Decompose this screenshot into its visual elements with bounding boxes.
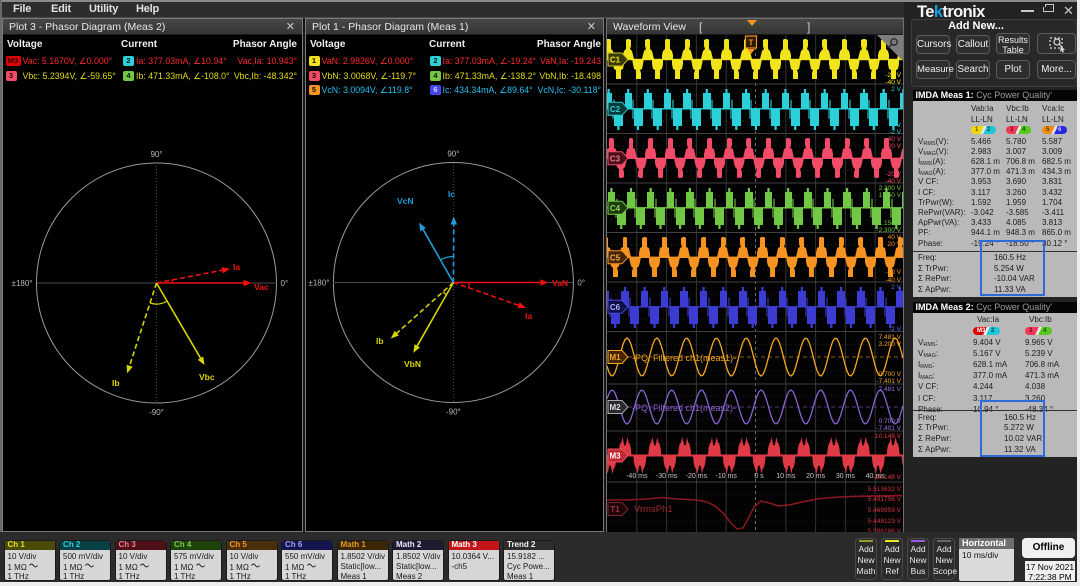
svg-text:1.150 V: 1.150 V bbox=[879, 192, 902, 199]
svg-text:10 ms: 10 ms bbox=[776, 473, 796, 480]
svg-text:-7.401 V: -7.401 V bbox=[876, 425, 901, 432]
svg-text:VbN: VbN bbox=[404, 359, 421, 369]
svg-text:Vac: Vac bbox=[254, 282, 269, 292]
svg-text:-30 ms: -30 ms bbox=[656, 473, 678, 480]
svg-text:±180°: ±180° bbox=[12, 279, 33, 288]
svg-text:-40 V: -40 V bbox=[885, 277, 901, 284]
svg-text:T1: T1 bbox=[610, 505, 620, 514]
svg-text:-2.300 V: -2.300 V bbox=[876, 227, 901, 234]
svg-text:C4: C4 bbox=[610, 204, 621, 213]
svg-text:5.491796 V: 5.491796 V bbox=[868, 496, 902, 503]
svg-text:Ia: Ia bbox=[233, 262, 240, 272]
svg-text:Vbc: Vbc bbox=[199, 372, 215, 382]
svg-text:M2: M2 bbox=[609, 403, 621, 412]
svg-text:20 V: 20 V bbox=[888, 143, 902, 150]
svg-text:-90°: -90° bbox=[446, 408, 461, 417]
svg-text:C3: C3 bbox=[610, 154, 621, 163]
svg-text:0°: 0° bbox=[281, 279, 289, 288]
svg-text:-40 ms: -40 ms bbox=[626, 473, 648, 480]
svg-text:90°: 90° bbox=[447, 150, 459, 159]
svg-text:-10 ms: -10 ms bbox=[715, 473, 737, 480]
svg-text:-20 ms: -20 ms bbox=[686, 473, 708, 480]
svg-text:30 ms: 30 ms bbox=[836, 473, 856, 480]
svg-text:-2 V: -2 V bbox=[889, 129, 902, 136]
svg-text:0.700 V: 0.700 V bbox=[879, 371, 902, 378]
svg-text:40 V: 40 V bbox=[888, 136, 902, 143]
svg-text:C6: C6 bbox=[610, 303, 621, 312]
svg-text:M1: M1 bbox=[609, 353, 621, 362]
svg-text:VrmsPh1: VrmsPh1 bbox=[634, 504, 673, 515]
svg-text:7.481 V: 7.481 V bbox=[879, 334, 902, 341]
svg-text:10.148 V: 10.148 V bbox=[875, 433, 902, 440]
svg-text:Ic: Ic bbox=[448, 189, 455, 199]
svg-text:VaN: VaN bbox=[552, 278, 568, 288]
svg-text:7.481 V: 7.481 V bbox=[879, 386, 902, 393]
svg-text:M3: M3 bbox=[609, 452, 621, 461]
svg-text:Ib: Ib bbox=[112, 378, 120, 388]
svg-text:-10.148 V: -10.148 V bbox=[873, 474, 902, 481]
svg-text:0.700 V: 0.700 V bbox=[879, 418, 902, 425]
svg-text:5.448123 V: 5.448123 V bbox=[868, 518, 902, 525]
svg-text:-20 V: -20 V bbox=[885, 269, 901, 276]
svg-text:-40 V: -40 V bbox=[885, 79, 901, 86]
svg-text:5.513632 V: 5.513632 V bbox=[868, 486, 902, 493]
svg-text:T: T bbox=[749, 39, 754, 48]
svg-text:-1.150 V: -1.150 V bbox=[876, 220, 901, 227]
svg-text:-20 V: -20 V bbox=[885, 171, 901, 178]
svg-text:C5: C5 bbox=[610, 253, 621, 262]
svg-text:C1: C1 bbox=[610, 56, 621, 65]
svg-text:-1 V: -1 V bbox=[889, 122, 902, 129]
svg-text:20 V: 20 V bbox=[888, 241, 902, 248]
svg-text:20 ms: 20 ms bbox=[806, 473, 826, 480]
svg-text:0°: 0° bbox=[577, 279, 585, 288]
svg-text:0 s: 0 s bbox=[754, 473, 764, 480]
svg-text:40 V: 40 V bbox=[888, 234, 902, 241]
svg-text:2 V: 2 V bbox=[891, 86, 901, 93]
svg-text:-2 V: -2 V bbox=[889, 326, 902, 333]
svg-text:-40 V: -40 V bbox=[885, 178, 901, 185]
svg-text:2.300 V: 2.300 V bbox=[879, 185, 902, 192]
svg-text:-90°: -90° bbox=[149, 408, 164, 417]
svg-text:3.200 V: 3.200 V bbox=[879, 341, 902, 348]
svg-text:90°: 90° bbox=[150, 150, 162, 159]
svg-text:2 V: 2 V bbox=[891, 284, 901, 291]
svg-text:-7.401 V: -7.401 V bbox=[876, 378, 901, 385]
svg-text:-PQ: Filtered ch1(meas1)-: -PQ: Filtered ch1(meas1)- bbox=[632, 353, 736, 363]
svg-text:Ib: Ib bbox=[376, 336, 384, 346]
svg-text:Ia: Ia bbox=[525, 311, 532, 321]
svg-text:C2: C2 bbox=[610, 105, 621, 114]
svg-text:-20 V: -20 V bbox=[885, 72, 901, 79]
svg-text:-PQ: Filtered ch1(meas2)-: -PQ: Filtered ch1(meas2)- bbox=[632, 403, 736, 413]
svg-text:VcN: VcN bbox=[397, 196, 414, 206]
svg-text:±180°: ±180° bbox=[308, 279, 329, 288]
svg-text:5.469959 V: 5.469959 V bbox=[868, 507, 902, 514]
